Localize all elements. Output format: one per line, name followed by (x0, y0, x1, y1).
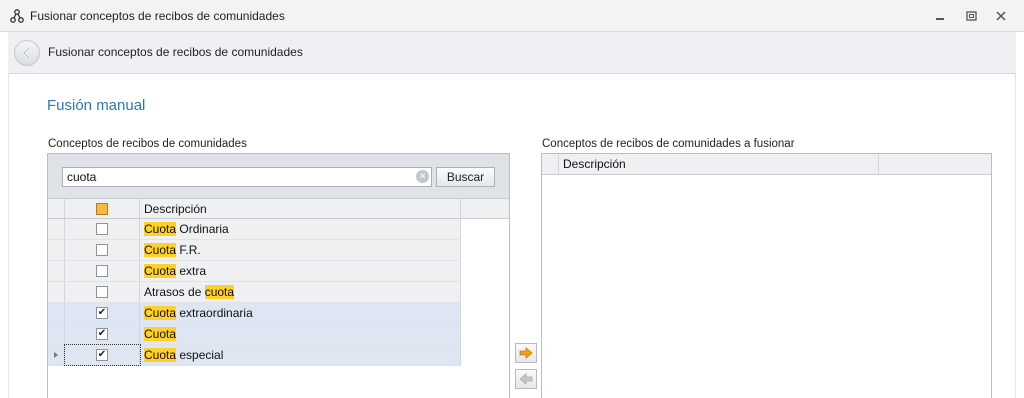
arrow-right-icon (519, 347, 533, 359)
search-match-highlight: Cuota (144, 264, 177, 278)
concepts-grid: ✕ Buscar Descripción Cuota OrdinariaCuot… (47, 153, 510, 398)
add-button[interactable] (515, 343, 537, 363)
table-row[interactable]: ✔ Cuota (48, 324, 461, 345)
row-indicator-header (48, 199, 65, 218)
row-select-cell[interactable] (65, 240, 140, 260)
table-row[interactable]: Cuota Ordinaria (48, 219, 461, 240)
row-select-cell[interactable] (65, 282, 140, 302)
row-indicator (48, 240, 65, 260)
row-indicator (48, 303, 65, 323)
row-checkbox[interactable] (96, 265, 108, 277)
row-checkbox[interactable]: ✔ (96, 307, 108, 319)
merge-grid-header: Descripción (542, 154, 991, 175)
close-button[interactable] (990, 7, 1012, 25)
table-row[interactable]: Cuota F.R. (48, 240, 461, 261)
search-match-highlight: Cuota (144, 327, 177, 341)
description-cell[interactable]: Cuota especial (140, 345, 461, 365)
row-indicator (48, 261, 65, 281)
table-row[interactable]: Cuota extra (48, 261, 461, 282)
window-title: Fusionar conceptos de recibos de comunid… (30, 9, 285, 23)
description-suffix: especial (176, 348, 224, 362)
description-text: Atrasos de cuota (140, 285, 235, 299)
window-titlebar: Fusionar conceptos de recibos de comunid… (0, 0, 1024, 32)
left-panel-label: Conceptos de recibos de comunidades (48, 138, 247, 150)
description-cell[interactable]: Cuota extra (140, 261, 461, 281)
restore-icon (965, 11, 977, 21)
search-panel: ✕ Buscar (48, 154, 509, 198)
row-checkbox[interactable]: ✔ (96, 349, 108, 361)
table-row[interactable]: ✔ Cuota extraordinaria (48, 303, 461, 324)
section-title: Fusión manual (47, 97, 146, 114)
select-all-checkbox[interactable] (96, 202, 108, 215)
merge-grid: Descripción (541, 153, 992, 398)
arrow-left-icon (519, 373, 533, 385)
merge-column-header-description[interactable]: Descripción (559, 154, 879, 174)
table-row[interactable]: ✔ Cuota especial (48, 344, 461, 366)
page-header: Fusionar conceptos de recibos de comunid… (8, 32, 1016, 74)
column-header-description[interactable]: Descripción (140, 199, 461, 218)
select-all-cell[interactable] (65, 199, 140, 218)
row-checkbox[interactable]: ✔ (96, 328, 108, 340)
row-checkbox[interactable] (96, 223, 108, 235)
search-match-highlight: Cuota (144, 222, 177, 236)
row-select-cell[interactable] (65, 261, 140, 281)
description-suffix: Ordinaria (176, 222, 229, 236)
description-cell[interactable]: Cuota Ordinaria (140, 219, 461, 239)
current-row-icon (54, 352, 58, 358)
description-cell[interactable]: Cuota (140, 324, 461, 344)
row-checkbox[interactable] (96, 286, 108, 298)
search-match-highlight: Cuota (144, 243, 177, 257)
remove-button[interactable] (515, 369, 537, 389)
description-suffix: F.R. (176, 243, 201, 257)
frame-border-left (8, 74, 9, 398)
description-cell[interactable]: Cuota F.R. (140, 240, 461, 260)
row-select-cell[interactable]: ✔ (64, 344, 141, 366)
search-match-highlight: Cuota (144, 306, 177, 320)
right-panel-label: Conceptos de recibos de comunidades a fu… (542, 138, 795, 150)
search-input[interactable] (62, 167, 432, 187)
row-indicator (48, 219, 65, 239)
description-suffix: extraordinaria (176, 306, 253, 320)
search-match-highlight: Cuota (144, 348, 177, 362)
search-match-highlight: cuota (204, 285, 235, 299)
description-text: Cuota (140, 327, 177, 341)
frame-border-right (1015, 74, 1016, 398)
row-checkbox[interactable] (96, 244, 108, 256)
back-button[interactable] (14, 40, 40, 66)
grid-header: Descripción (48, 198, 509, 219)
row-indicator (48, 282, 65, 302)
row-select-cell[interactable]: ✔ (65, 303, 140, 323)
back-arrow-icon (22, 46, 31, 60)
page-title: Fusionar conceptos de recibos de comunid… (48, 45, 303, 59)
row-indicator (48, 324, 65, 344)
description-prefix: Atrasos de (144, 285, 205, 299)
description-cell[interactable]: Atrasos de cuota (140, 282, 461, 302)
hierarchy-icon (10, 9, 24, 23)
close-icon (996, 11, 1006, 21)
description-text: Cuota extraordinaria (140, 306, 253, 320)
minimize-icon (936, 18, 944, 20)
row-select-cell[interactable]: ✔ (65, 324, 140, 344)
clear-icon[interactable]: ✕ (416, 170, 429, 183)
maximize-button[interactable] (960, 7, 982, 25)
row-indicator (48, 345, 65, 365)
description-text: Cuota F.R. (140, 243, 201, 257)
row-select-cell[interactable] (65, 219, 140, 239)
description-text: Cuota especial (140, 348, 223, 362)
search-button[interactable]: Buscar (436, 167, 495, 187)
description-text: Cuota extra (140, 264, 206, 278)
table-row[interactable]: Atrasos de cuota (48, 282, 461, 303)
minimize-button[interactable] (929, 7, 951, 25)
description-text: Cuota Ordinaria (140, 222, 229, 236)
description-cell[interactable]: Cuota extraordinaria (140, 303, 461, 323)
row-indicator-header (542, 154, 559, 174)
description-suffix: extra (176, 264, 207, 278)
